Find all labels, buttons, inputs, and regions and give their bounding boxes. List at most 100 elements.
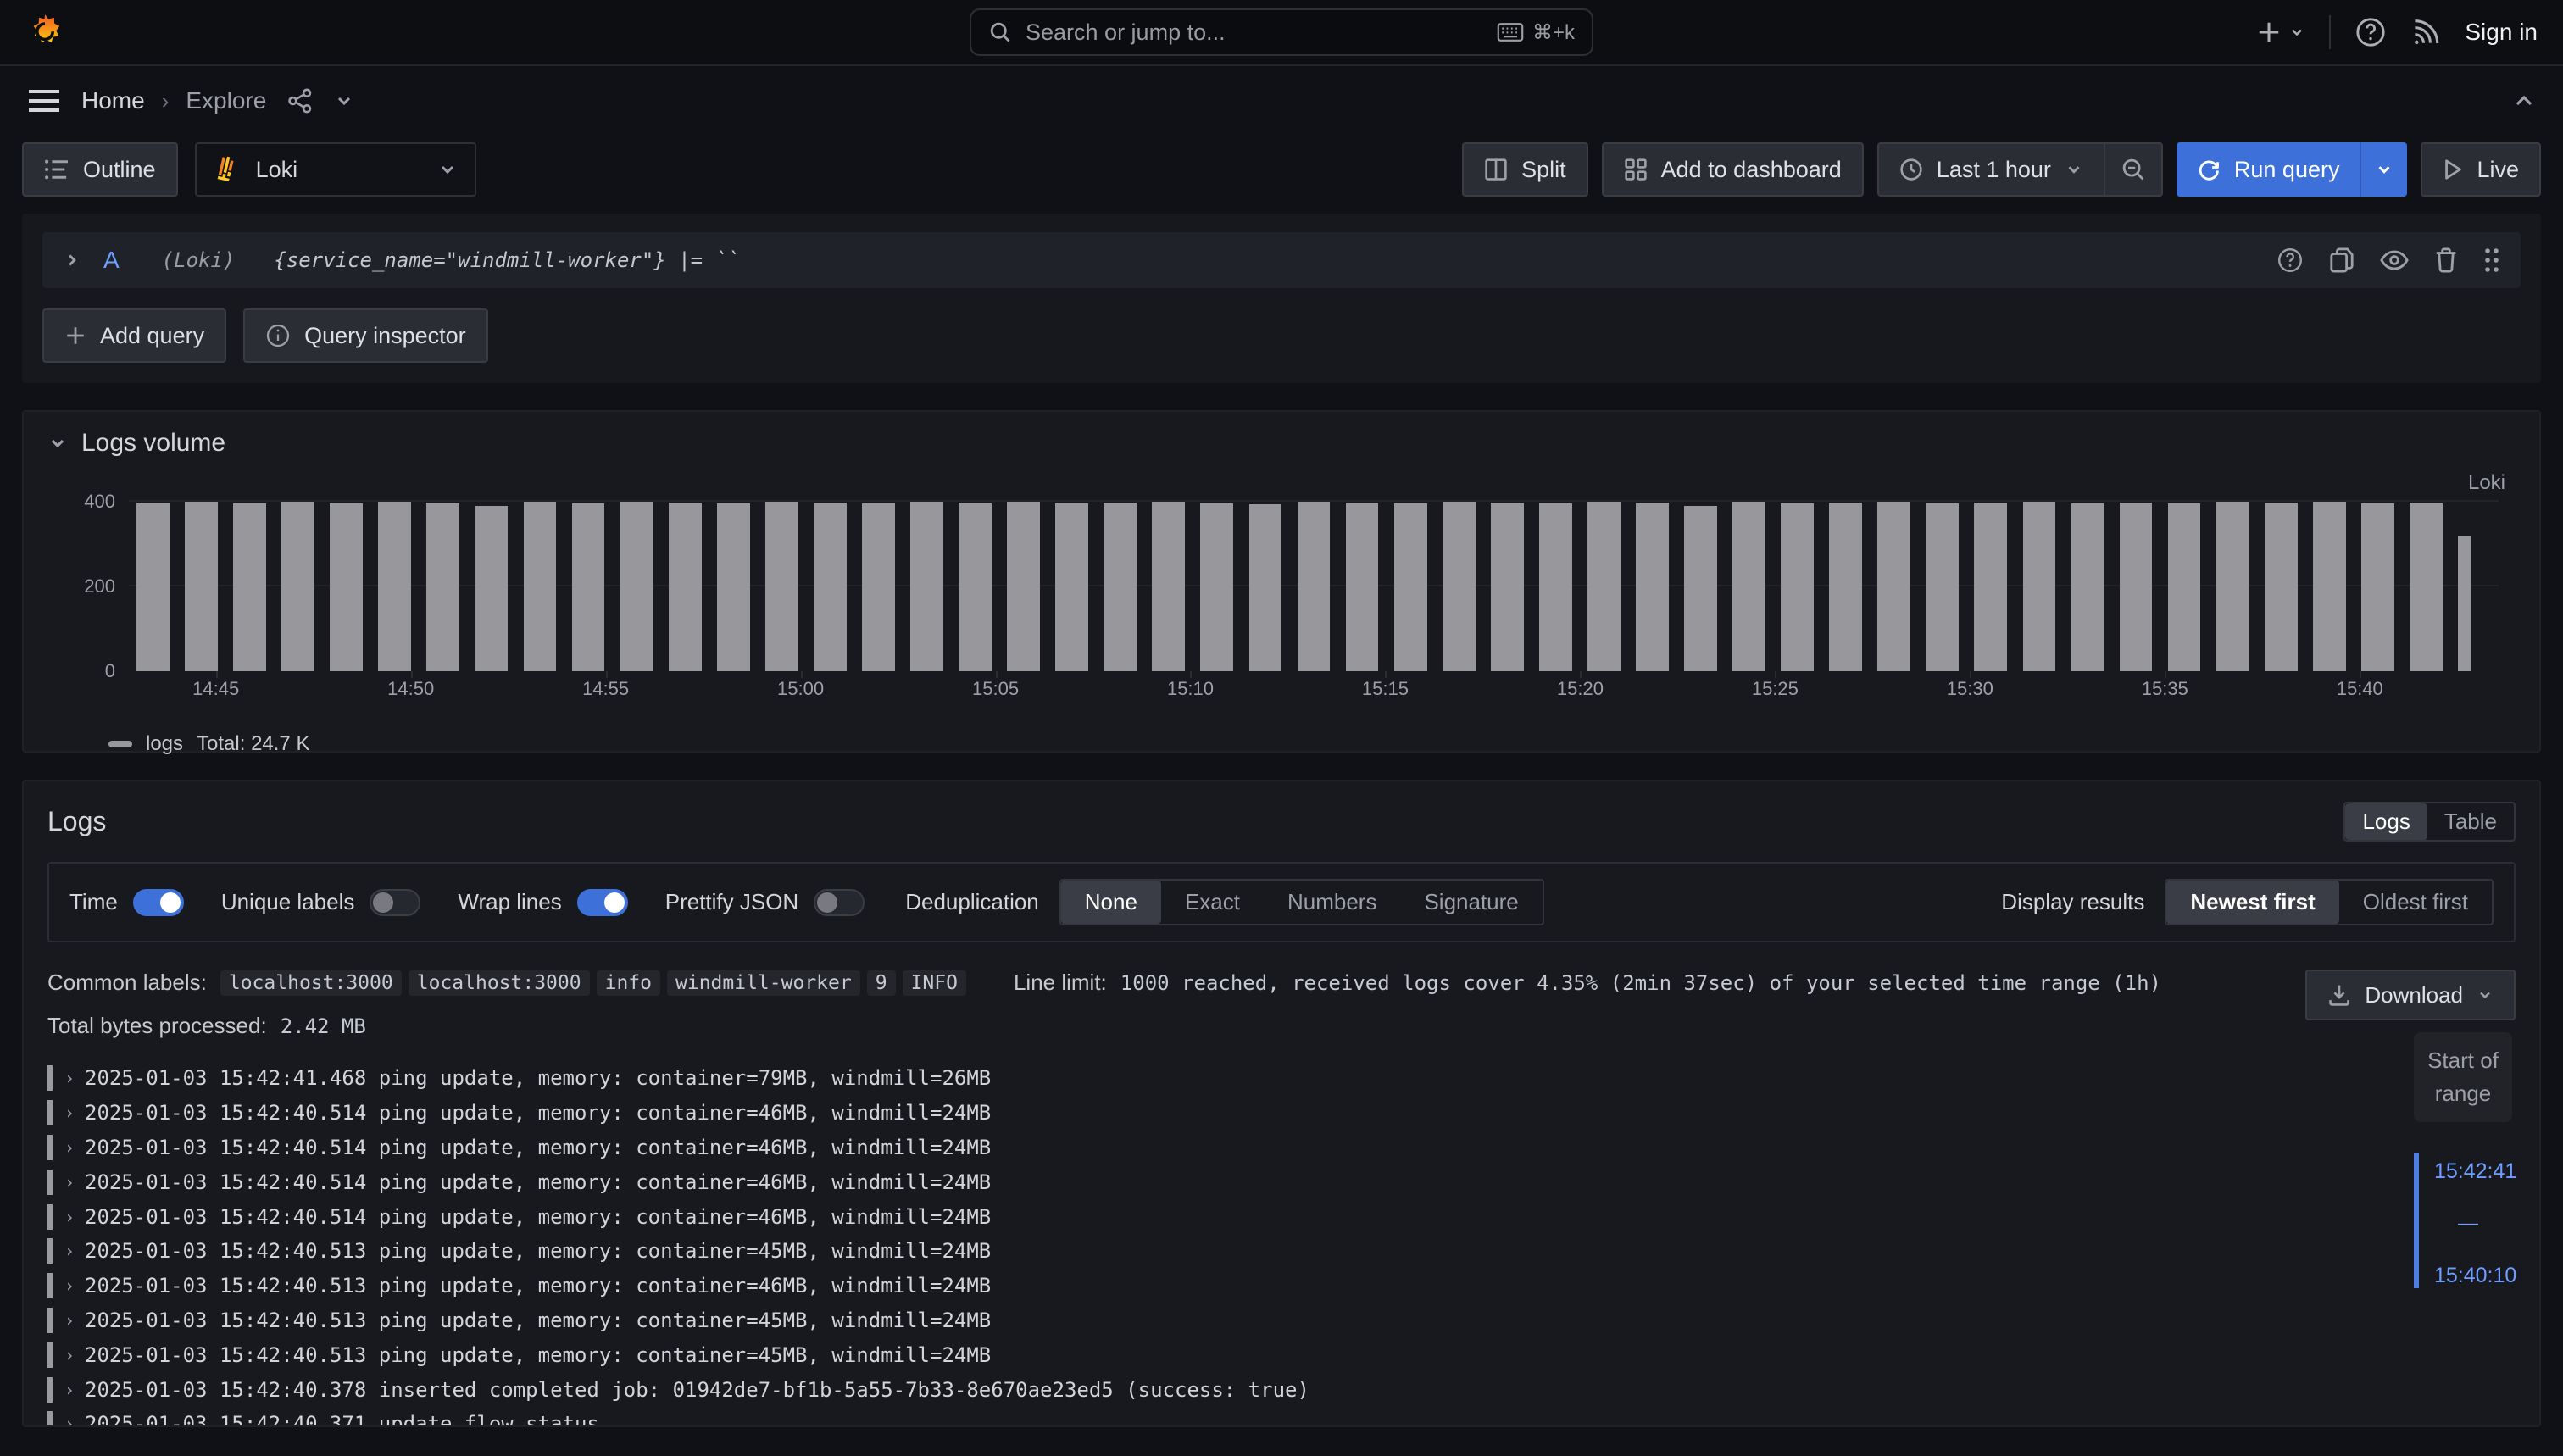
log-expand-chevron-icon[interactable]: › [64, 1345, 85, 1365]
chart-bar [2410, 503, 2443, 672]
collapse-up-icon[interactable] [2512, 89, 2536, 113]
log-row[interactable]: ›2025-01-03 15:42:40.513 ping update, me… [47, 1337, 2516, 1372]
run-query-dropdown[interactable] [2360, 142, 2407, 197]
deduplication-options[interactable]: NoneExactNumbersSignature [1059, 879, 1544, 925]
split-label: Split [1521, 157, 1566, 183]
wrap-lines-toggle[interactable] [577, 889, 628, 916]
log-row[interactable]: ›2025-01-03 15:42:40.513 ping update, me… [47, 1234, 2516, 1269]
view-option-logs[interactable]: Logs [2345, 803, 2427, 840]
log-row[interactable]: ›2025-01-03 15:42:40.378 inserted comple… [47, 1372, 2516, 1407]
breadcrumb-explore[interactable]: Explore [186, 87, 266, 114]
log-line-text: 2025-01-03 15:42:40.513 ping update, mem… [85, 1309, 991, 1332]
drag-handle-icon[interactable] [2483, 247, 2500, 274]
log-expand-chevron-icon[interactable]: › [64, 1241, 85, 1261]
log-row[interactable]: ›2025-01-03 15:42:40.514 ping update, me… [47, 1131, 2516, 1165]
delete-query-trash-icon[interactable] [2434, 247, 2458, 273]
sign-in-button[interactable]: Sign in [2465, 19, 2538, 46]
log-row[interactable]: ›2025-01-03 15:42:40.513 ping update, me… [47, 1303, 2516, 1338]
live-button[interactable]: Live [2421, 142, 2541, 197]
dedup-option-none[interactable]: None [1061, 881, 1161, 924]
line-limit-label: Line limit: [1014, 970, 1107, 996]
range-to-time[interactable]: 15:40:10 [2434, 1264, 2516, 1288]
log-row[interactable]: ›2025-01-03 15:42:40.514 ping update, me… [47, 1199, 2516, 1234]
info-circle-icon [265, 323, 291, 348]
unique-labels-toggle[interactable] [370, 889, 420, 916]
log-line-text: 2025-01-03 15:42:40.514 ping update, mem… [85, 1136, 991, 1159]
time-toggle[interactable] [133, 889, 184, 916]
datasource-picker[interactable]: Loki [195, 142, 476, 197]
dedup-option-numbers[interactable]: Numbers [1264, 881, 1400, 924]
start-of-range-button[interactable]: Start of range [2414, 1032, 2512, 1122]
order-options[interactable]: Newest firstOldest first [2165, 879, 2494, 925]
log-row[interactable]: ›2025-01-03 15:42:40.514 ping update, me… [47, 1096, 2516, 1131]
dedup-option-signature[interactable]: Signature [1400, 881, 1542, 924]
order-option-oldest-first[interactable]: Oldest first [2339, 881, 2492, 924]
dedup-option-exact[interactable]: Exact [1161, 881, 1264, 924]
zoom-out-range-button[interactable] [2105, 142, 2163, 197]
help-icon[interactable] [2355, 16, 2387, 48]
chart-bar [1539, 503, 1572, 672]
log-row[interactable]: ›2025-01-03 15:42:41.468 ping update, me… [47, 1061, 2516, 1096]
log-line-text: 2025-01-03 15:42:41.468 ping update, mem… [85, 1066, 991, 1090]
x-axis-tickmark [1775, 671, 1776, 678]
mega-menu-icon[interactable] [27, 89, 61, 113]
chart-bar [378, 502, 411, 671]
split-button[interactable]: Split [1462, 142, 1588, 197]
chart-bar [959, 503, 992, 671]
toggle-visibility-eye-icon[interactable] [2380, 249, 2409, 271]
view-option-table[interactable]: Table [2427, 803, 2514, 840]
query-expression[interactable]: {service_name="windmill-worker"} |= `` [274, 248, 739, 272]
legend-swatch [108, 741, 132, 747]
log-expand-chevron-icon[interactable]: › [64, 1414, 85, 1427]
divider [2329, 15, 2331, 49]
expand-chevron-icon[interactable] [63, 251, 81, 270]
chart-bar [1394, 503, 1427, 671]
breadcrumb-separator: › [162, 88, 170, 114]
download-label: Download [2365, 982, 2463, 1009]
new-button[interactable] [2256, 19, 2305, 45]
log-expand-chevron-icon[interactable]: › [64, 1068, 85, 1088]
chevron-down-icon[interactable] [334, 91, 354, 111]
add-query-button[interactable]: Add query [42, 308, 226, 363]
log-expand-chevron-icon[interactable]: › [64, 1137, 85, 1158]
grafana-logo-icon[interactable] [25, 12, 64, 53]
legend-series-name[interactable]: logs [146, 732, 183, 756]
query-inspector-button[interactable]: Query inspector [243, 308, 488, 363]
legend-total: Total: 24.7 K [197, 732, 309, 756]
logs-table-toggle[interactable]: LogsTable [2343, 802, 2516, 842]
query-help-icon[interactable] [2277, 247, 2304, 274]
range-from-time[interactable]: 15:42:41 [2434, 1159, 2516, 1184]
collapse-chevron-icon[interactable] [47, 433, 68, 453]
log-expand-chevron-icon[interactable]: › [64, 1207, 85, 1227]
log-row[interactable]: ›2025-01-03 15:42:40.371 update flow sta… [47, 1407, 2516, 1427]
share-icon[interactable] [286, 87, 314, 114]
log-expand-chevron-icon[interactable]: › [64, 1103, 85, 1123]
download-button[interactable]: Download [2305, 970, 2516, 1020]
order-option-newest-first[interactable]: Newest first [2166, 881, 2338, 924]
prettify-json-toggle[interactable] [814, 889, 865, 916]
chart-bar [1781, 503, 1814, 672]
log-expand-chevron-icon[interactable]: › [64, 1172, 85, 1192]
log-row[interactable]: ›2025-01-03 15:42:40.513 ping update, me… [47, 1269, 2516, 1303]
time-switch: Time [69, 889, 184, 916]
time-range-label: Last 1 hour [1937, 157, 2051, 183]
log-expand-chevron-icon[interactable]: › [64, 1310, 85, 1331]
search-input[interactable]: Search or jump to... ⌘+k [970, 8, 1593, 56]
chart-bar [1587, 502, 1621, 671]
duplicate-query-icon[interactable] [2329, 247, 2355, 274]
log-expand-chevron-icon[interactable]: › [64, 1275, 85, 1296]
breadcrumb-home[interactable]: Home [81, 87, 145, 114]
chart-bar [1346, 503, 1379, 671]
time-range-picker[interactable]: Last 1 hour [1877, 142, 2105, 197]
log-expand-chevron-icon[interactable]: › [64, 1380, 85, 1400]
run-query-button[interactable]: Run query [2177, 142, 2408, 197]
plus-icon [2256, 19, 2282, 45]
outline-button[interactable]: Outline [22, 142, 178, 197]
chart-bar [1877, 502, 1910, 671]
x-axis-tick: 15:30 [1947, 678, 1993, 700]
x-axis-tick: 14:45 [192, 678, 239, 700]
add-to-dashboard-button[interactable]: Add to dashboard [1602, 142, 1864, 197]
news-rss-icon[interactable] [2410, 17, 2441, 47]
chart-legend[interactable]: logs Total: 24.7 K [108, 732, 2516, 756]
log-row[interactable]: ›2025-01-03 15:42:40.514 ping update, me… [47, 1164, 2516, 1199]
